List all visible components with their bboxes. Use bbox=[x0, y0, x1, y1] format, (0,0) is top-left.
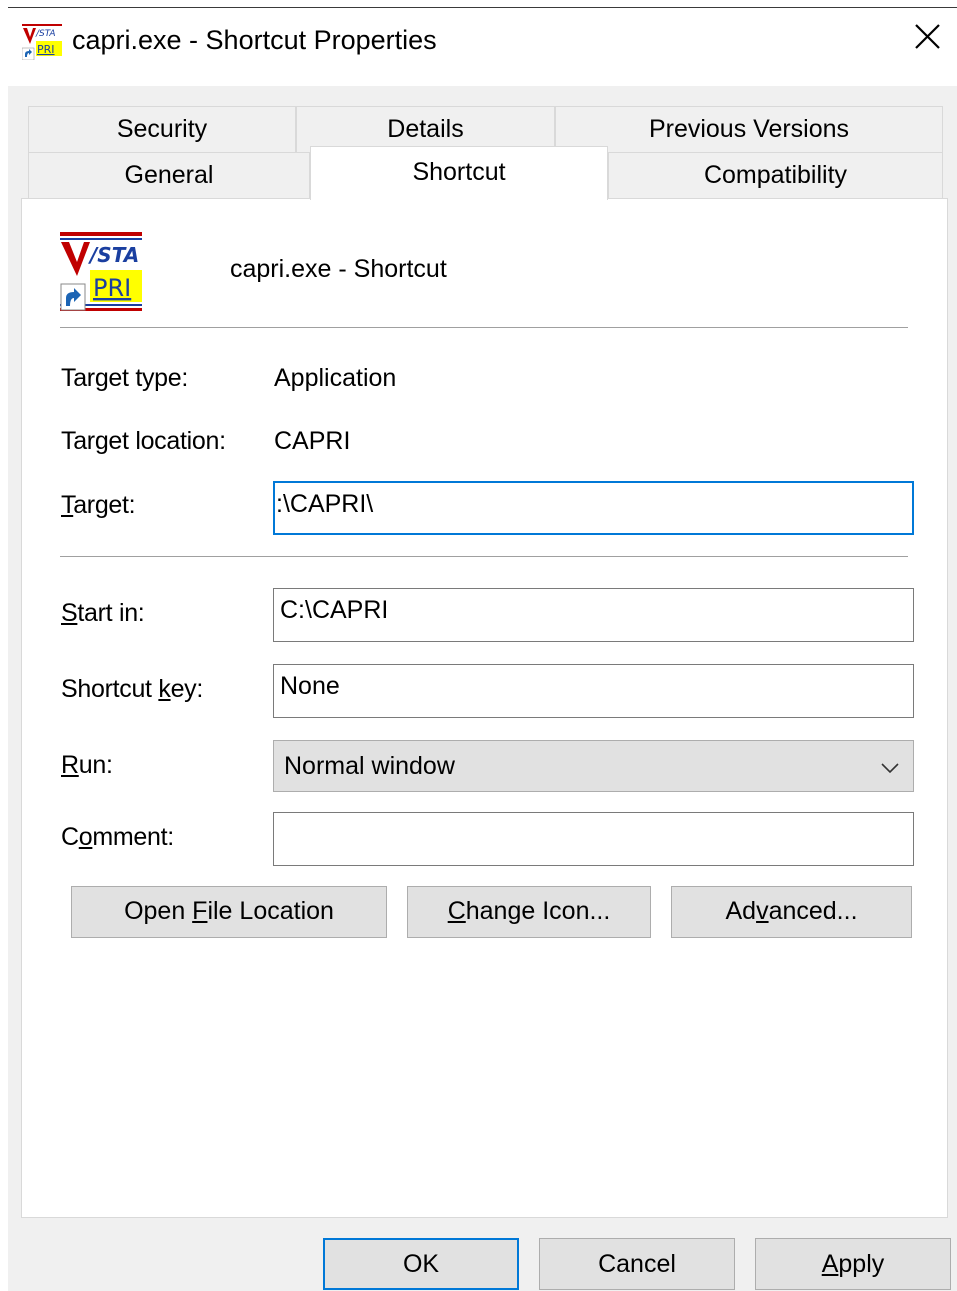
open-file-location-text: ile Location bbox=[207, 897, 334, 925]
ok-button[interactable]: OK bbox=[323, 1238, 519, 1290]
window-title: capri.exe - Shortcut Properties bbox=[72, 25, 437, 55]
target-type-value: Application bbox=[274, 364, 397, 392]
shortcut-key-label-accel: k bbox=[158, 675, 171, 703]
comment-label: Comment: bbox=[61, 822, 174, 852]
shortcut-app-icon: /STA PRI bbox=[60, 232, 142, 312]
advanced-pre: Ad bbox=[725, 897, 757, 925]
run-select-value: Normal window bbox=[284, 752, 455, 780]
tab-security[interactable]: Security bbox=[28, 106, 296, 152]
apply-button[interactable]: Apply bbox=[755, 1238, 951, 1290]
shortcut-key-label-pre: Shortcut bbox=[61, 675, 159, 703]
target-type-label: Target type: bbox=[61, 364, 189, 392]
close-icon bbox=[915, 24, 940, 49]
svg-text:PRI: PRI bbox=[93, 274, 131, 302]
shortcut-key-input[interactable]: None bbox=[273, 664, 914, 718]
svg-text:PRI: PRI bbox=[37, 43, 55, 56]
start-in-label: Start in: bbox=[61, 598, 145, 628]
target-label-accel: T bbox=[61, 491, 74, 519]
apply-accel: A bbox=[821, 1250, 839, 1278]
target-input[interactable]: :\CAPRI\ bbox=[273, 481, 914, 535]
tab-compatibility[interactable]: Compatibility bbox=[608, 152, 943, 198]
comment-label-pre: C bbox=[61, 823, 79, 851]
start-in-input[interactable]: C:\CAPRI bbox=[273, 588, 914, 642]
start-in-label-accel: S bbox=[61, 599, 78, 627]
comment-label-text: mment: bbox=[92, 823, 174, 851]
svg-text:/STA: /STA bbox=[35, 29, 56, 39]
run-select[interactable]: Normal window bbox=[273, 740, 914, 792]
apply-text: pply bbox=[838, 1250, 885, 1278]
divider bbox=[60, 327, 908, 328]
target-label: Target: bbox=[61, 490, 136, 520]
tab-previous-versions[interactable]: Previous Versions bbox=[555, 106, 943, 152]
change-icon-button[interactable]: Change Icon... bbox=[407, 886, 651, 938]
change-icon-text: hange Icon... bbox=[465, 897, 611, 925]
advanced-button[interactable]: Advanced... bbox=[671, 886, 912, 938]
svg-text:/STA: /STA bbox=[88, 243, 139, 267]
open-file-location-pre: Open bbox=[124, 897, 193, 925]
change-icon-accel: C bbox=[447, 897, 466, 925]
advanced-accel: v bbox=[756, 897, 769, 925]
start-in-label-text: tart in: bbox=[77, 599, 145, 627]
target-location-value: CAPRI bbox=[274, 427, 351, 455]
comment-label-accel: o bbox=[78, 823, 93, 851]
divider bbox=[60, 556, 908, 557]
app-icon: /STA PRI bbox=[22, 22, 62, 60]
target-location-label: Target location: bbox=[61, 427, 226, 455]
open-file-location-button[interactable]: Open File Location bbox=[71, 886, 387, 938]
run-label-accel: R bbox=[61, 751, 79, 779]
shortcut-key-label-text: ey: bbox=[170, 675, 204, 703]
shortcut-name: capri.exe - Shortcut bbox=[230, 255, 447, 283]
tab-shortcut[interactable]: Shortcut bbox=[310, 146, 608, 200]
open-file-location-accel: F bbox=[192, 897, 208, 925]
shortcut-key-label: Shortcut key: bbox=[61, 674, 203, 704]
target-label-text: arget: bbox=[73, 491, 136, 519]
advanced-text: anced... bbox=[768, 897, 858, 925]
close-button[interactable] bbox=[902, 16, 952, 60]
chevron-down-icon bbox=[881, 763, 899, 774]
run-label: Run: bbox=[61, 750, 113, 780]
cancel-button[interactable]: Cancel bbox=[539, 1238, 735, 1290]
tab-general[interactable]: General bbox=[28, 152, 310, 198]
run-label-text: un: bbox=[78, 751, 113, 779]
comment-input[interactable] bbox=[273, 812, 914, 866]
